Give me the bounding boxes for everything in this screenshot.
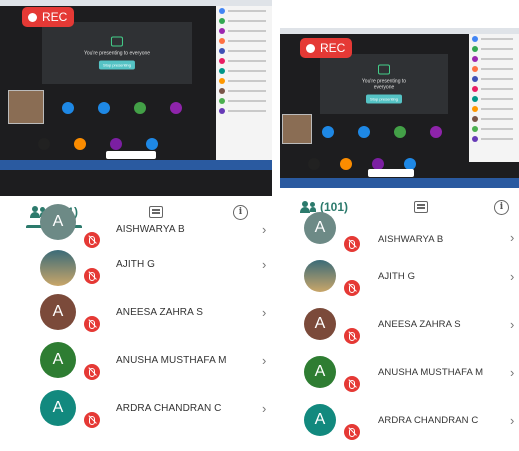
mic-off-icon: [344, 236, 360, 252]
avatar: A: [40, 342, 76, 378]
screenshot-right: REC You're presenting to everyone Stop p…: [280, 28, 519, 451]
participant-name: ARDRA CHANDRAN C: [116, 402, 222, 414]
participant-tiles-2: [38, 138, 158, 150]
mic-off-icon: [84, 412, 100, 428]
participant-tiles: [62, 102, 182, 114]
screenshot-left: REC You're presenting to everyone Stop p…: [0, 0, 272, 451]
mic-off-icon: [84, 364, 100, 380]
rec-dot-icon: [28, 12, 37, 22]
mic-off-icon: [344, 280, 360, 296]
list-item[interactable]: A ARDRA CHANDRAN C ›: [280, 396, 519, 444]
info-icon[interactable]: i: [493, 199, 509, 215]
chat-icon[interactable]: [148, 206, 163, 218]
rec-label: REC: [320, 41, 346, 55]
presenting-card: You're presenting to everyone Stop prese…: [352, 64, 416, 104]
list-item[interactable]: A AISHWARYA B ›: [0, 204, 272, 248]
chevron-right-icon: ›: [262, 304, 267, 320]
participant-name: AJITH G: [378, 270, 416, 282]
stop-presenting-button[interactable]: Stop presenting: [98, 60, 136, 70]
avatar: A: [40, 390, 76, 426]
present-icon: [378, 64, 390, 75]
list-item[interactable]: A AISHWARYA B ›: [280, 212, 519, 252]
mic-off-icon: [344, 328, 360, 344]
list-item[interactable]: A ANEESA ZAHRA S ›: [280, 300, 519, 348]
rec-indicator: REC: [22, 7, 75, 27]
people-icon: [300, 201, 316, 213]
participant-name: AISHWARYA B: [378, 234, 444, 245]
search-box: [368, 169, 414, 177]
list-item[interactable]: A ARDRA CHANDRAN C ›: [0, 384, 272, 432]
chat-icon[interactable]: [414, 201, 428, 213]
avatar: [40, 250, 76, 286]
participant-name: AJITH G: [116, 258, 156, 270]
chevron-right-icon: ›: [510, 268, 515, 284]
avatar: A: [40, 204, 76, 240]
chevron-right-icon: ›: [510, 230, 515, 245]
presenter-thumbnail: [282, 114, 312, 144]
chevron-right-icon: ›: [262, 400, 267, 416]
search-box: [106, 151, 156, 159]
meet-side-panel: [216, 6, 272, 170]
participant-name: ANUSHA MUSTHAFA M: [116, 354, 227, 366]
meeting-video-area: REC You're presenting to everyone Stop p…: [280, 28, 519, 188]
participant-name: ARDRA CHANDRAN C: [378, 414, 479, 426]
presentation-stage: You're presenting to everyone Stop prese…: [42, 22, 192, 84]
mic-off-icon: [344, 376, 360, 392]
meet-side-panel: [469, 34, 519, 162]
rec-label: REC: [42, 10, 68, 24]
participant-name: ANEESA ZAHRA S: [378, 318, 461, 330]
list-item[interactable]: AJITH G ›: [280, 252, 519, 300]
avatar: A: [40, 294, 76, 330]
list-item[interactable]: AJITH G ›: [0, 240, 272, 288]
chevron-right-icon: ›: [262, 222, 267, 237]
taskbar: [0, 160, 272, 170]
participant-name: AISHWARYA B: [116, 224, 185, 235]
presentation-stage: You're presenting to everyone Stop prese…: [320, 54, 448, 114]
avatar: A: [304, 404, 336, 436]
rec-dot-icon: [306, 43, 315, 53]
mic-off-icon: [84, 316, 100, 332]
chevron-right-icon: ›: [510, 364, 515, 380]
list-item[interactable]: A ANUSHA MUSTHAFA M ›: [280, 348, 519, 396]
taskbar: [280, 178, 519, 188]
participant-name: ANEESA ZAHRA S: [116, 306, 203, 318]
stop-presenting-button[interactable]: Stop presenting: [365, 94, 403, 104]
chevron-right-icon: ›: [510, 412, 515, 428]
participant-list: A AISHWARYA B › AJITH G › A ANEESA ZAHRA…: [280, 212, 519, 444]
chevron-right-icon: ›: [262, 256, 267, 272]
participant-tiles: [322, 126, 442, 138]
avatar: A: [304, 356, 336, 388]
list-item[interactable]: A ANEESA ZAHRA S ›: [0, 288, 272, 336]
avatar: A: [304, 212, 336, 244]
avatar: A: [304, 308, 336, 340]
presenter-thumbnail: [8, 90, 44, 124]
info-icon[interactable]: i: [232, 204, 248, 220]
participant-list: A AISHWARYA B › AJITH G › A ANEESA ZAHRA…: [0, 204, 272, 432]
chevron-right-icon: ›: [510, 316, 515, 332]
chevron-right-icon: ›: [262, 352, 267, 368]
presenting-text: You're presenting to everyone: [361, 78, 407, 91]
present-icon: [111, 36, 123, 47]
mic-off-icon: [344, 424, 360, 440]
list-item[interactable]: A ANUSHA MUSTHAFA M ›: [0, 336, 272, 384]
participant-name: ANUSHA MUSTHAFA M: [378, 366, 484, 378]
meeting-video-area: REC You're presenting to everyone Stop p…: [0, 0, 272, 196]
avatar: [304, 260, 336, 292]
mic-off-icon: [84, 268, 100, 284]
rec-indicator: REC: [300, 38, 353, 58]
presenting-text: You're presenting to everyone: [83, 50, 151, 57]
presenting-card: You're presenting to everyone Stop prese…: [83, 36, 151, 70]
